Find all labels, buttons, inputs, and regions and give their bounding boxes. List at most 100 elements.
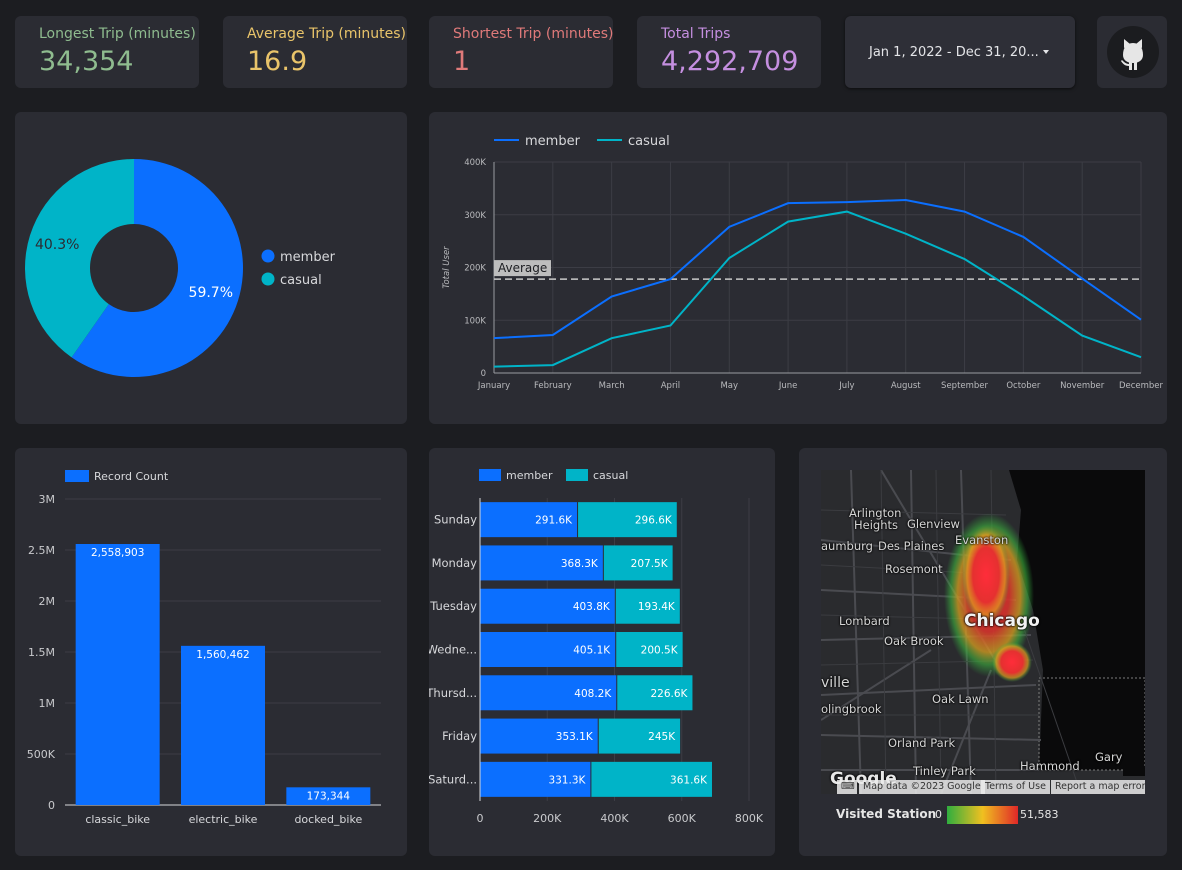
x-tick-label: July [838, 381, 854, 391]
x-tick-label: December [1119, 381, 1164, 391]
x-tick-label: August [891, 381, 921, 391]
map-label: Gary [1095, 750, 1123, 764]
y-tick-label: 1.5M [28, 646, 55, 659]
kpi-value: 4,292,709 [661, 46, 799, 77]
report-map-error-link[interactable]: Report a map error [1051, 780, 1145, 794]
github-link-button[interactable] [1097, 16, 1167, 88]
x-tick-label: May [720, 381, 738, 391]
y-tick-label: Saturd... [429, 772, 477, 786]
donut-slice-label: 59.7% [189, 285, 233, 301]
x-tick-label: February [534, 381, 572, 391]
kpi-label: Average Trip (minutes) [247, 26, 407, 42]
heatmap-blob [992, 642, 1032, 682]
bar-value-label: 173,344 [307, 790, 351, 802]
y-tick-label: Monday [432, 556, 478, 570]
bar-value-label: 408.2K [574, 688, 612, 700]
map-label: Heights [854, 518, 899, 532]
legend-swatch [65, 470, 89, 482]
heatmap-legend-title: Visited Station [836, 807, 937, 821]
y-tick-label: Friday [442, 729, 477, 743]
legend-label: casual [593, 469, 628, 482]
date-range-picker[interactable]: Jan 1, 2022 - Dec 31, 20... [845, 16, 1075, 88]
kpi-value: 16.9 [247, 46, 308, 77]
bar-value-label: 226.6K [650, 688, 688, 700]
bar-value-label: 207.5K [631, 558, 669, 570]
bar-value-label: 296.6K [635, 515, 673, 527]
map-label: Oak Brook [884, 634, 944, 648]
bar-value-label: 193.4K [638, 601, 676, 613]
legend-label: Record Count [94, 470, 169, 483]
map-label: aumburg [821, 539, 873, 553]
bike-type-bar-card: Record Count 0 500K 1M 1.5M 2M 2.5M 3M 2,558,903… [15, 448, 407, 856]
bar-value-label: 2,558,903 [91, 547, 144, 559]
heatmap-map[interactable]: Arlington Heights Glenview Evanston aumb… [821, 470, 1145, 794]
bar-chart: Record Count 0 500K 1M 1.5M 2M 2.5M 3M 2,558,903… [27, 470, 381, 826]
bar-value-label: 405.1K [573, 645, 611, 657]
legend-swatch [566, 469, 588, 481]
y-tick-label: 3M [39, 493, 56, 506]
map-data-attribution: Map data ©2023 Google [859, 780, 985, 794]
x-tick-label: January [477, 381, 510, 391]
legend-label: member [280, 250, 336, 265]
y-tick-label: 100K [464, 316, 486, 326]
weekday-stacked-bar-card: member casual 0 200K 400K 600K 800K 291.6K 296.6… [425, 448, 775, 856]
y-tick-label: 2.5M [28, 544, 55, 557]
bar-value-label: 361.6K [670, 774, 708, 786]
y-tick-label: Sunday [434, 513, 477, 527]
kpi-average-trip: Average Trip (minutes) 16.9 [223, 16, 407, 88]
x-tick-label: 0 [477, 812, 484, 825]
bar-value-label: 245K [648, 731, 676, 743]
y-axis-title: Total User [442, 246, 452, 289]
legend-label: member [506, 469, 553, 482]
kpi-value: 34,354 [39, 46, 134, 77]
x-tick-label: 800K [735, 812, 764, 825]
x-tick-label: docked_bike [294, 813, 362, 826]
heatmap-legend-min: 0 [935, 808, 942, 821]
bar-value-label: 403.8K [573, 601, 611, 613]
x-tick-label: June [778, 381, 798, 391]
github-icon [1107, 26, 1159, 78]
map-label: Des Plaines [878, 539, 945, 553]
x-tick-label: 200K [533, 812, 562, 825]
chevron-down-icon [1043, 50, 1049, 54]
bar-value-label: 1,560,462 [196, 649, 249, 661]
map-label: Rosemont [885, 562, 943, 576]
y-tick-label: 2M [39, 595, 56, 608]
keyboard-shortcuts-icon[interactable]: ⌨ [837, 780, 857, 794]
y-tick-label: 200K [464, 264, 486, 274]
bar-value-label: 353.1K [556, 731, 594, 743]
legend-label: member [525, 134, 581, 149]
y-tick-label: 1M [39, 697, 56, 710]
date-range-label: Jan 1, 2022 - Dec 31, 20... [869, 45, 1039, 60]
x-tick-label: March [599, 381, 625, 391]
monthly-users-line-card: member casual 0 100K 200K 300K 400K January Febr… [429, 112, 1167, 424]
map-label: ville [821, 675, 850, 691]
stacked-bar-chart: member casual 0 200K 400K 600K 800K 291.6K 296.6… [425, 469, 764, 825]
y-tick-label: 300K [464, 211, 486, 221]
map-label: Evanston [955, 533, 1009, 547]
kpi-shortest-trip: Shortest Trip (minutes) 1 [429, 16, 614, 88]
x-tick-label: September [941, 381, 988, 391]
legend-label: casual [628, 134, 670, 149]
x-tick-label: classic_bike [85, 813, 150, 826]
x-tick-label: electric_bike [189, 813, 258, 826]
y-tick-label: 400K [464, 158, 486, 168]
map-label: Orland Park [888, 736, 956, 750]
line-chart: member casual 0 100K 200K 300K 400K January Febr… [442, 134, 1164, 391]
x-tick-label: 600K [668, 812, 697, 825]
bar-value-label: 331.3K [548, 774, 586, 786]
series-line-casual [493, 210, 1142, 368]
terms-of-use-link[interactable]: Terms of Use [981, 780, 1050, 794]
heatmap-legend-gradient [947, 806, 1018, 824]
bar-value-label: 368.3K [561, 558, 599, 570]
kpi-total-trips: Total Trips 4,292,709 [637, 16, 821, 88]
kpi-value: 1 [453, 46, 471, 77]
donut-slice-label: 40.3% [35, 237, 79, 253]
kpi-longest-trip: Longest Trip (minutes) 34,354 [15, 16, 199, 88]
map-label: Lombard [839, 614, 890, 628]
y-tick-label: Thursd... [429, 686, 477, 700]
bar [75, 543, 160, 805]
kpi-label: Total Trips [661, 26, 731, 42]
station-heatmap-card: Arlington Heights Glenview Evanston aumb… [799, 448, 1167, 856]
map-label: Hammond [1020, 759, 1080, 773]
